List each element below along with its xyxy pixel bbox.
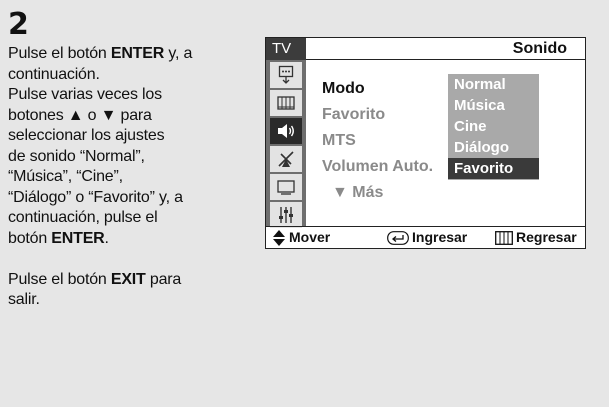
instruction-line: Pulse el botón ENTER y, a <box>8 45 193 62</box>
channel-icon[interactable] <box>270 90 302 116</box>
osd-header: TV Sonido <box>266 38 585 60</box>
option-musica[interactable]: Música <box>448 95 539 116</box>
instruction-line: Pulse el botón EXIT para <box>8 270 182 288</box>
instruction-line: “Música”, “Cine”, <box>8 168 123 185</box>
footer-move: Mover <box>272 227 330 248</box>
menu-item-volumen-auto[interactable]: Volumen Auto. <box>322 154 433 180</box>
sound-mode-options: Normal Música Cine Diálogo Favorito <box>448 74 539 180</box>
equalizer-icon[interactable] <box>270 202 302 228</box>
instruction-line: de sonido “Normal”, <box>8 147 145 165</box>
option-favorito[interactable]: Favorito <box>448 158 539 179</box>
instruction-line: botones ▲ o ▼ para <box>8 106 152 124</box>
up-down-arrow-icon <box>273 229 285 246</box>
instruction-line: Pulse varias veces los <box>8 86 162 103</box>
option-cine[interactable]: Cine <box>448 116 539 137</box>
setup-icon[interactable] <box>270 146 302 172</box>
picture-icon[interactable] <box>270 62 302 88</box>
footer-enter: Ingresar <box>387 227 467 248</box>
enter-icon <box>387 230 409 245</box>
menu-item-mts[interactable]: MTS <box>322 128 433 154</box>
step-number: 2 <box>8 7 29 42</box>
instruction-line: continuación, pulse el <box>8 209 158 226</box>
osd-title: Sonido <box>512 40 567 57</box>
osd-icon-bar <box>266 60 306 228</box>
instruction-line: seleccionar los ajustes <box>8 127 165 144</box>
instruction-line: salir. <box>8 291 40 308</box>
instruction-line: continuación. <box>8 65 100 83</box>
menu-item-favorito[interactable]: Favorito <box>322 102 433 128</box>
sound-menu: Modo Favorito MTS Volumen Auto. ▼ Más <box>322 76 433 206</box>
osd-footer: Mover Ingresar Regresar <box>266 226 585 248</box>
menu-grid-icon <box>495 230 513 245</box>
sound-icon[interactable] <box>270 118 302 144</box>
option-normal[interactable]: Normal <box>448 74 539 95</box>
tv-tab: TV <box>266 38 306 60</box>
tv-osd-screen: TV Sonido Modo Favorito MTS Volumen Auto… <box>265 37 586 249</box>
instructions: Pulse el botón ENTER y, a continuación. … <box>8 44 258 311</box>
menu-item-modo[interactable]: Modo <box>322 76 433 102</box>
footer-return: Regresar <box>495 227 577 248</box>
menu-more[interactable]: ▼ Más <box>322 180 433 206</box>
option-dialogo[interactable]: Diálogo <box>448 137 539 158</box>
instruction-line: botón ENTER. <box>8 229 109 247</box>
instruction-line: “Diálogo” o “Favorito” y, a <box>8 188 183 206</box>
input-icon[interactable] <box>270 174 302 200</box>
